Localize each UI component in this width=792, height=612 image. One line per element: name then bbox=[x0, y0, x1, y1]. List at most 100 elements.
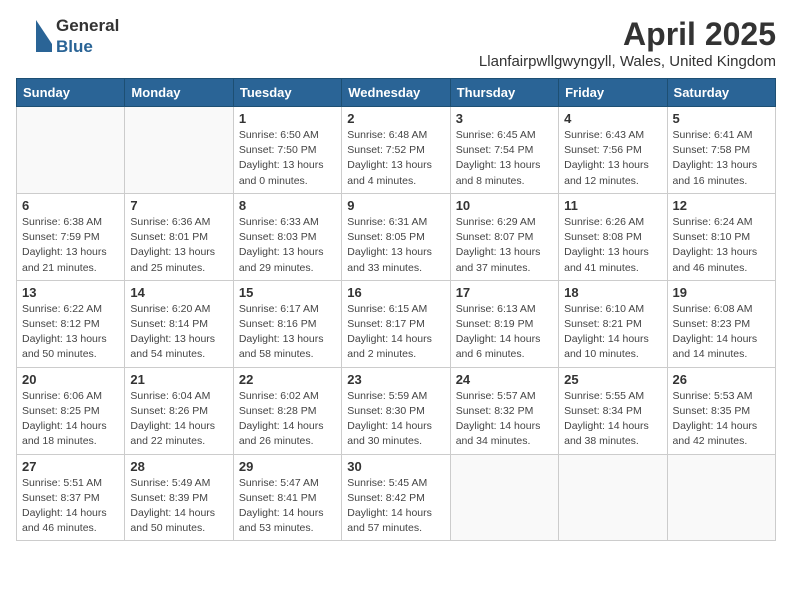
calendar-cell: 20 Sunrise: 6:06 AM Sunset: 8:25 PM Dayli… bbox=[17, 367, 125, 454]
day-number: 25 bbox=[564, 372, 661, 387]
calendar-cell: 22 Sunrise: 6:02 AM Sunset: 8:28 PM Dayli… bbox=[233, 367, 341, 454]
calendar-cell: 9 Sunrise: 6:31 AM Sunset: 8:05 PM Daylig… bbox=[342, 193, 450, 280]
day-number: 11 bbox=[564, 198, 661, 213]
logo-general: General bbox=[56, 16, 119, 36]
calendar-cell: 26 Sunrise: 5:53 AM Sunset: 8:35 PM Dayli… bbox=[667, 367, 775, 454]
day-number: 30 bbox=[347, 459, 444, 474]
calendar-cell: 11Sunrise: 6:26 AM Sunset: 8:08 PM Dayli… bbox=[559, 193, 667, 280]
calendar-cell: 18 Sunrise: 6:10 AM Sunset: 8:21 PM Dayli… bbox=[559, 280, 667, 367]
week-row-3: 13Sunrise: 6:22 AM Sunset: 8:12 PM Dayli… bbox=[17, 280, 776, 367]
weekday-header-tuesday: Tuesday bbox=[233, 79, 341, 107]
day-info: Sunrise: 6:10 AM Sunset: 8:21 PM Dayligh… bbox=[564, 302, 661, 363]
day-number: 21 bbox=[130, 372, 227, 387]
title-area: April 2025 Llanfairpwllgwyngyll, Wales, … bbox=[479, 16, 776, 70]
calendar-cell: 13Sunrise: 6:22 AM Sunset: 8:12 PM Dayli… bbox=[17, 280, 125, 367]
page-header: General Blue April 2025 Llanfairpwllgwyn… bbox=[16, 16, 776, 70]
calendar-cell: 16Sunrise: 6:15 AM Sunset: 8:17 PM Dayli… bbox=[342, 280, 450, 367]
day-info: Sunrise: 5:45 AM Sunset: 8:42 PM Dayligh… bbox=[347, 476, 444, 537]
calendar-cell: 19 Sunrise: 6:08 AM Sunset: 8:23 PM Dayli… bbox=[667, 280, 775, 367]
calendar-cell: 23 Sunrise: 5:59 AM Sunset: 8:30 PM Dayli… bbox=[342, 367, 450, 454]
day-info: Sunrise: 5:57 AM Sunset: 8:32 PM Dayligh… bbox=[456, 389, 553, 450]
calendar-cell: 7 Sunrise: 6:36 AM Sunset: 8:01 PM Daylig… bbox=[125, 193, 233, 280]
calendar-cell: 5 Sunrise: 6:41 AM Sunset: 7:58 PM Daylig… bbox=[667, 107, 775, 194]
day-number: 14 bbox=[130, 285, 227, 300]
day-info: Sunrise: 6:29 AM Sunset: 8:07 PM Dayligh… bbox=[456, 215, 553, 276]
day-number: 4 bbox=[564, 111, 661, 126]
calendar-cell: 21 Sunrise: 6:04 AM Sunset: 8:26 PM Dayli… bbox=[125, 367, 233, 454]
day-number: 29 bbox=[239, 459, 336, 474]
logo-icon bbox=[16, 16, 52, 52]
day-info: Sunrise: 6:13 AM Sunset: 8:19 PM Dayligh… bbox=[456, 302, 553, 363]
day-info: Sunrise: 6:48 AM Sunset: 7:52 PM Dayligh… bbox=[347, 128, 444, 189]
calendar-cell: 29 Sunrise: 5:47 AM Sunset: 8:41 PM Dayli… bbox=[233, 454, 341, 541]
month-title: April 2025 bbox=[479, 16, 776, 53]
day-info: Sunrise: 5:51 AM Sunset: 8:37 PM Dayligh… bbox=[22, 476, 119, 537]
week-row-5: 27 Sunrise: 5:51 AM Sunset: 8:37 PM Dayli… bbox=[17, 454, 776, 541]
weekday-header-wednesday: Wednesday bbox=[342, 79, 450, 107]
day-info: Sunrise: 5:47 AM Sunset: 8:41 PM Dayligh… bbox=[239, 476, 336, 537]
calendar-cell: 3 Sunrise: 6:45 AM Sunset: 7:54 PM Daylig… bbox=[450, 107, 558, 194]
day-number: 27 bbox=[22, 459, 119, 474]
day-info: Sunrise: 6:04 AM Sunset: 8:26 PM Dayligh… bbox=[130, 389, 227, 450]
day-info: Sunrise: 5:59 AM Sunset: 8:30 PM Dayligh… bbox=[347, 389, 444, 450]
logo-blue: Blue bbox=[56, 37, 119, 57]
day-info: Sunrise: 6:02 AM Sunset: 8:28 PM Dayligh… bbox=[239, 389, 336, 450]
weekday-header-friday: Friday bbox=[559, 79, 667, 107]
day-info: Sunrise: 6:06 AM Sunset: 8:25 PM Dayligh… bbox=[22, 389, 119, 450]
day-info: Sunrise: 6:36 AM Sunset: 8:01 PM Dayligh… bbox=[130, 215, 227, 276]
calendar-cell bbox=[17, 107, 125, 194]
day-number: 9 bbox=[347, 198, 444, 213]
calendar-cell bbox=[125, 107, 233, 194]
day-info: Sunrise: 6:31 AM Sunset: 8:05 PM Dayligh… bbox=[347, 215, 444, 276]
day-info: Sunrise: 5:53 AM Sunset: 8:35 PM Dayligh… bbox=[673, 389, 770, 450]
day-info: Sunrise: 6:45 AM Sunset: 7:54 PM Dayligh… bbox=[456, 128, 553, 189]
day-info: Sunrise: 6:41 AM Sunset: 7:58 PM Dayligh… bbox=[673, 128, 770, 189]
day-number: 10 bbox=[456, 198, 553, 213]
day-info: Sunrise: 6:08 AM Sunset: 8:23 PM Dayligh… bbox=[673, 302, 770, 363]
calendar-cell: 6 Sunrise: 6:38 AM Sunset: 7:59 PM Daylig… bbox=[17, 193, 125, 280]
day-number: 26 bbox=[673, 372, 770, 387]
calendar-cell: 28 Sunrise: 5:49 AM Sunset: 8:39 PM Dayli… bbox=[125, 454, 233, 541]
location-title: Llanfairpwllgwyngyll, Wales, United King… bbox=[479, 53, 776, 70]
calendar-cell bbox=[450, 454, 558, 541]
week-row-1: 1 Sunrise: 6:50 AM Sunset: 7:50 PM Daylig… bbox=[17, 107, 776, 194]
day-number: 2 bbox=[347, 111, 444, 126]
calendar-cell: 4 Sunrise: 6:43 AM Sunset: 7:56 PM Daylig… bbox=[559, 107, 667, 194]
calendar-cell: 2 Sunrise: 6:48 AM Sunset: 7:52 PM Daylig… bbox=[342, 107, 450, 194]
calendar-cell: 25Sunrise: 5:55 AM Sunset: 8:34 PM Dayli… bbox=[559, 367, 667, 454]
day-number: 12 bbox=[673, 198, 770, 213]
day-number: 20 bbox=[22, 372, 119, 387]
day-number: 23 bbox=[347, 372, 444, 387]
calendar-table: SundayMondayTuesdayWednesdayThursdayFrid… bbox=[16, 78, 776, 541]
day-number: 1 bbox=[239, 111, 336, 126]
day-number: 18 bbox=[564, 285, 661, 300]
day-number: 28 bbox=[130, 459, 227, 474]
calendar-cell: 1 Sunrise: 6:50 AM Sunset: 7:50 PM Daylig… bbox=[233, 107, 341, 194]
day-info: Sunrise: 6:15 AM Sunset: 8:17 PM Dayligh… bbox=[347, 302, 444, 363]
day-info: Sunrise: 6:17 AM Sunset: 8:16 PM Dayligh… bbox=[239, 302, 336, 363]
calendar-cell: 17Sunrise: 6:13 AM Sunset: 8:19 PM Dayli… bbox=[450, 280, 558, 367]
calendar-cell bbox=[667, 454, 775, 541]
day-info: Sunrise: 6:50 AM Sunset: 7:50 PM Dayligh… bbox=[239, 128, 336, 189]
day-info: Sunrise: 6:43 AM Sunset: 7:56 PM Dayligh… bbox=[564, 128, 661, 189]
day-number: 3 bbox=[456, 111, 553, 126]
day-number: 7 bbox=[130, 198, 227, 213]
day-number: 24 bbox=[456, 372, 553, 387]
calendar-cell: 24 Sunrise: 5:57 AM Sunset: 8:32 PM Dayli… bbox=[450, 367, 558, 454]
logo: General Blue bbox=[16, 16, 119, 57]
weekday-header-saturday: Saturday bbox=[667, 79, 775, 107]
day-number: 6 bbox=[22, 198, 119, 213]
day-info: Sunrise: 6:38 AM Sunset: 7:59 PM Dayligh… bbox=[22, 215, 119, 276]
day-number: 22 bbox=[239, 372, 336, 387]
day-number: 19 bbox=[673, 285, 770, 300]
weekday-header-monday: Monday bbox=[125, 79, 233, 107]
day-number: 5 bbox=[673, 111, 770, 126]
day-info: Sunrise: 5:49 AM Sunset: 8:39 PM Dayligh… bbox=[130, 476, 227, 537]
day-number: 13 bbox=[22, 285, 119, 300]
calendar-cell: 15 Sunrise: 6:17 AM Sunset: 8:16 PM Dayli… bbox=[233, 280, 341, 367]
weekday-header-sunday: Sunday bbox=[17, 79, 125, 107]
calendar-cell: 27 Sunrise: 5:51 AM Sunset: 8:37 PM Dayli… bbox=[17, 454, 125, 541]
day-number: 15 bbox=[239, 285, 336, 300]
week-row-4: 20 Sunrise: 6:06 AM Sunset: 8:25 PM Dayli… bbox=[17, 367, 776, 454]
calendar-cell bbox=[559, 454, 667, 541]
